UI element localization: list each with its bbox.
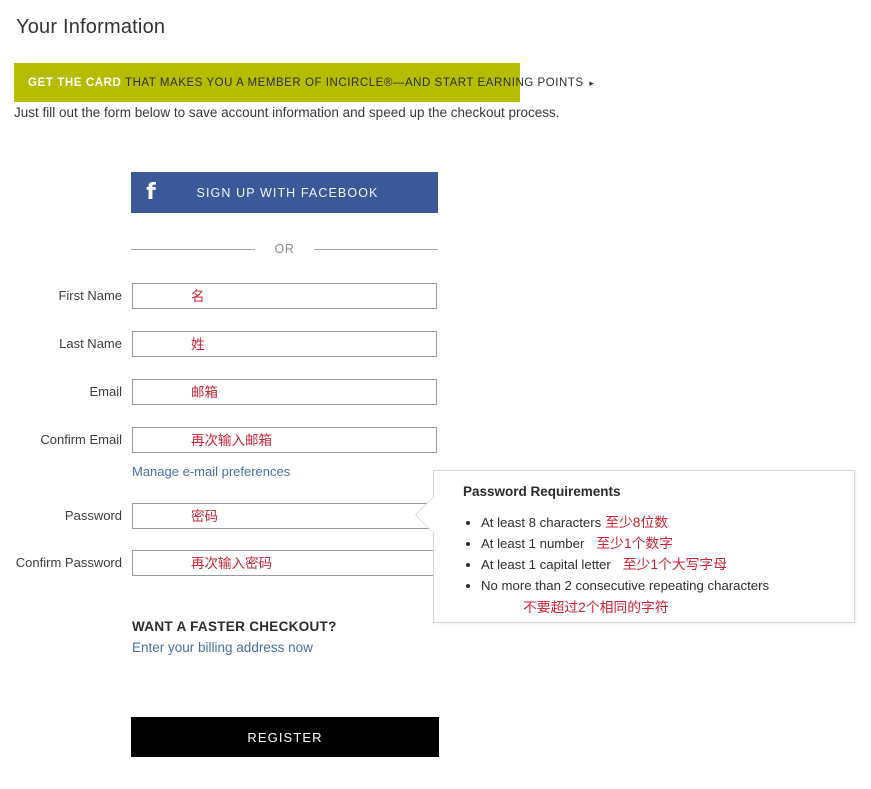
enter-billing-address-link[interactable]: Enter your billing address now [132, 639, 313, 656]
confirm-email-input[interactable] [132, 427, 437, 453]
facebook-f-icon: f [146, 179, 156, 205]
promo-banner-strong: GET THE CARD [28, 76, 122, 89]
first-name-input[interactable] [132, 283, 437, 309]
requirement-text-en: At least 1 capital letter [481, 557, 611, 572]
promo-banner-text: GET THE CARD THAT MAKES YOU A MEMBER OF … [14, 77, 594, 89]
requirement-text-cn: 至少8位数 [605, 515, 669, 530]
promo-banner-rest: THAT MAKES YOU A MEMBER OF INCIRCLE®—AND… [125, 76, 584, 89]
password-requirements-title: Password Requirements [463, 484, 621, 499]
field-row-last-name: Last Name [0, 330, 440, 358]
or-divider: OR [131, 240, 439, 258]
requirement-text-en: No more than 2 consecutive repeating cha… [481, 578, 770, 593]
requirement-text-en: At least 8 characters [481, 515, 602, 530]
faster-checkout-title: WANT A FASTER CHECKOUT? [132, 619, 337, 634]
chevron-right-icon: ▸ [589, 77, 595, 88]
incircle-promo-banner[interactable]: GET THE CARD THAT MAKES YOU A MEMBER OF … [14, 63, 594, 102]
register-button[interactable]: REGISTER [131, 717, 439, 757]
password-requirement-item: At least 1 capital letter 至少1个大写字母 [481, 554, 769, 575]
email-input[interactable] [132, 379, 437, 405]
field-row-confirm-email: Confirm Email [0, 426, 440, 454]
field-row-confirm-password: Confirm Password [0, 549, 440, 577]
confirm-password-input[interactable] [132, 550, 437, 576]
field-row-password: Password [0, 502, 440, 530]
password-requirement-item: At least 1 number 至少1个数字 [481, 533, 769, 554]
requirement-text-cn: 至少1个数字 [596, 536, 674, 551]
field-row-email: Email [0, 378, 440, 406]
label-password: Password [64, 508, 122, 523]
password-requirements-tooltip: Password Requirements At least 8 charact… [415, 470, 855, 623]
intro-text: Just fill out the form below to save acc… [14, 105, 560, 120]
label-first-name: First Name [58, 288, 122, 303]
page-title: Your Information [16, 16, 166, 38]
divider-line-left [131, 248, 255, 250]
password-requirements-list: At least 8 characters至少8位数 At least 1 nu… [463, 512, 769, 620]
signup-with-facebook-button[interactable]: f SIGN UP WITH FACEBOOK [131, 172, 438, 213]
password-requirement-item: No more than 2 consecutive repeating cha… [481, 575, 769, 620]
password-requirement-item: At least 8 characters至少8位数 [481, 512, 769, 533]
label-confirm-password: Confirm Password [15, 555, 122, 570]
requirement-text-en: At least 1 number [481, 536, 585, 551]
facebook-button-label: SIGN UP WITH FACEBOOK [196, 185, 379, 200]
divider-label: OR [274, 242, 295, 256]
registration-page: Your Information GET THE CARD THAT MAKES… [0, 0, 871, 789]
requirement-text-cn: 至少1个大写字母 [622, 557, 728, 572]
password-input[interactable] [132, 503, 437, 529]
last-name-input[interactable] [132, 331, 437, 357]
label-last-name: Last Name [59, 336, 122, 351]
requirement-text-cn: 不要超过2个相同的字符 [523, 600, 669, 615]
label-confirm-email: Confirm Email [40, 432, 122, 447]
field-row-first-name: First Name [0, 282, 440, 310]
manage-email-preferences-link[interactable]: Manage e-mail preferences [132, 463, 290, 480]
divider-line-right [314, 248, 439, 250]
label-email: Email [89, 384, 122, 399]
tooltip-caret [416, 496, 435, 534]
